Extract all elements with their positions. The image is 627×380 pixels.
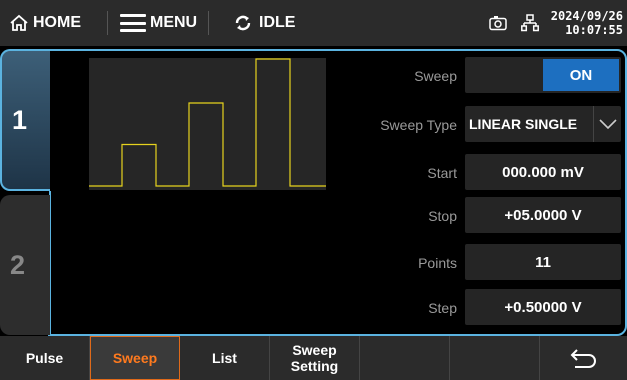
empty-softkey-5[interactable] (360, 336, 450, 380)
home-label: HOME (33, 14, 81, 31)
channel-tab-2[interactable]: 2 (0, 195, 50, 335)
channel-tab-label: 2 (10, 249, 26, 280)
empty-softkey-6[interactable] (450, 336, 540, 380)
network-icon (520, 14, 539, 32)
refresh-icon (235, 15, 251, 31)
camera-icon[interactable] (489, 15, 507, 31)
sweep-setting-line1: Sweep (292, 342, 337, 358)
sweep-setting-softkey[interactable]: Sweep Setting (270, 336, 360, 380)
sweep-label: Sweep (414, 68, 457, 84)
stop-label: Stop (428, 208, 457, 224)
points-label: Points (418, 255, 457, 271)
back-button[interactable] (540, 336, 627, 380)
stop-field[interactable]: +05.0000 V (465, 197, 621, 233)
sweep-preview (89, 58, 326, 190)
step-field[interactable]: +0.50000 V (465, 289, 621, 325)
sweep-setting-line2: Setting (290, 358, 339, 374)
status-indicator: IDLE (209, 0, 295, 46)
sweep-softkey[interactable]: Sweep (90, 336, 180, 380)
hamburger-icon (120, 14, 146, 32)
sweep-type-value: LINEAR SINGLE (469, 116, 578, 132)
menu-button[interactable]: MENU (108, 0, 208, 46)
channel-tab-label: 1 (12, 104, 28, 135)
sweep-preview-graph (89, 58, 326, 187)
start-field[interactable]: 000.000 mV (465, 154, 621, 190)
status-label: IDLE (259, 14, 296, 31)
datetime: 2024/09/26 10:07:55 (551, 9, 627, 37)
step-label: Step (428, 300, 457, 316)
date-text: 2024/09/26 (550, 9, 623, 23)
softkey-bar: Pulse Sweep List Sweep Setting (0, 336, 627, 380)
back-arrow-icon (570, 349, 596, 368)
points-field[interactable]: 11 (465, 244, 621, 280)
home-button[interactable]: HOME (0, 0, 107, 46)
sweep-toggle[interactable]: ON (465, 57, 621, 93)
list-softkey[interactable]: List (180, 336, 270, 380)
home-icon (10, 14, 28, 31)
top-bar: HOME MENU IDLE 2024/09/26 10:07:55 (0, 0, 627, 46)
sweep-type-select[interactable]: LINEAR SINGLE (465, 106, 621, 142)
time-text: 10:07:55 (565, 23, 623, 37)
channel-tab-1[interactable]: 1 (0, 49, 50, 191)
menu-label: MENU (150, 14, 198, 31)
start-label: Start (427, 165, 457, 181)
sweep-staircase-line (89, 58, 326, 187)
sweep-on-button[interactable]: ON (543, 59, 619, 91)
chevron-down-icon (593, 106, 621, 142)
sweep-type-label: Sweep Type (380, 117, 457, 133)
pulse-softkey[interactable]: Pulse (0, 336, 90, 380)
